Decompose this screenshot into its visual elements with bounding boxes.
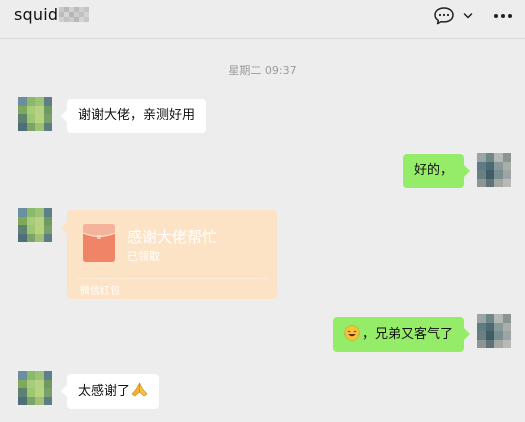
message-text: 太感谢了 — [78, 384, 131, 399]
message-bubble-incoming[interactable]: 太感谢了 — [60, 374, 160, 409]
contact-avatar[interactable] — [18, 371, 52, 405]
message-text: ，兄弟又客气了 — [361, 327, 453, 342]
chat-bubble-icon[interactable] — [433, 6, 455, 26]
red-packet-divider — [77, 278, 267, 279]
header-actions — [433, 6, 513, 26]
message-text: 谢谢大佬，亲测好用 — [78, 108, 196, 123]
laughing-tears-emoji — [344, 325, 360, 341]
red-packet-message[interactable]: 感谢大佬帮忙 已领取 微信红包 — [61, 210, 277, 299]
chat-name: squid — [14, 4, 59, 24]
chat-header: squid — [0, 0, 525, 39]
message-bubble-outgoing[interactable]: 好的， — [402, 154, 471, 188]
my-avatar[interactable] — [477, 153, 511, 187]
red-packet-icon — [82, 224, 116, 262]
message-text: 好的， — [413, 163, 453, 178]
chat-window: squid 星期二 09:37 谢谢大佬，亲测好用 好的， 感谢大佬帮忙 已领取… — [0, 0, 525, 422]
red-packet-label: 微信红包 — [80, 286, 120, 297]
chat-title[interactable]: squid — [14, 2, 90, 26]
contact-avatar[interactable] — [18, 208, 52, 242]
message-bubble-outgoing[interactable]: ，兄弟又客气了 — [332, 317, 471, 352]
chevron-down-icon[interactable] — [463, 11, 473, 21]
more-icon[interactable] — [493, 6, 513, 26]
message-timestamp: 星期二 09:37 — [228, 64, 297, 77]
redacted-name-mosaic — [59, 7, 90, 22]
my-avatar[interactable] — [477, 314, 511, 348]
contact-avatar[interactable] — [18, 97, 52, 131]
red-packet-title: 感谢大佬帮忙 — [127, 228, 218, 246]
message-bubble-incoming[interactable]: 谢谢大佬，亲测好用 — [60, 99, 207, 133]
praying-hands-emoji — [131, 382, 148, 397]
red-packet-status: 已领取 — [127, 250, 160, 263]
